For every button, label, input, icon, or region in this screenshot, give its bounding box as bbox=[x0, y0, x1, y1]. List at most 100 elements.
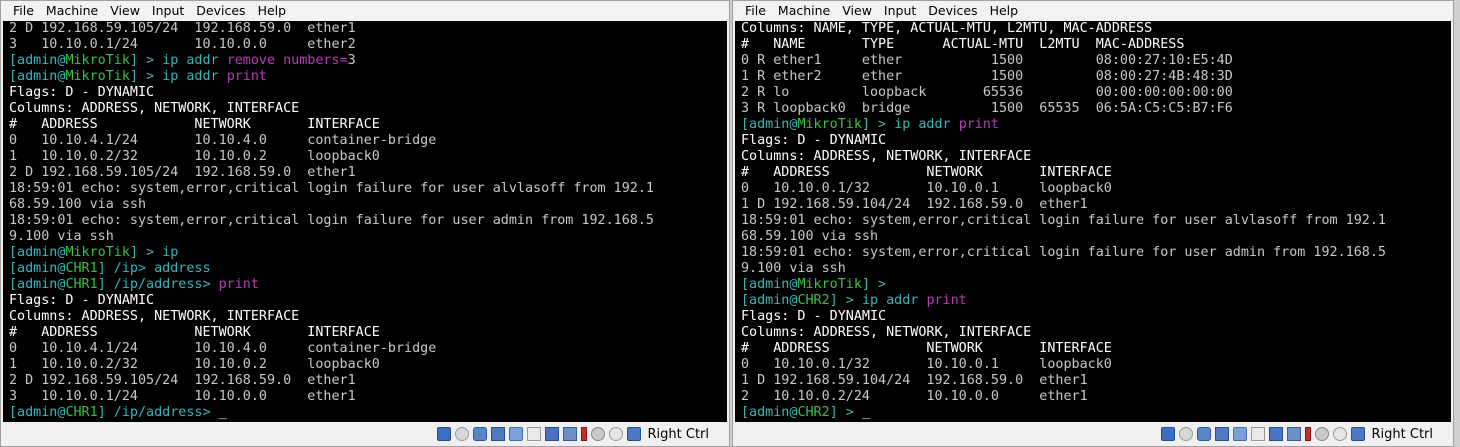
terminal-line: [admin@CHR1] /ip> address bbox=[9, 261, 727, 277]
network-icon[interactable] bbox=[1214, 427, 1229, 441]
mouse-integration-icon[interactable] bbox=[1332, 427, 1347, 441]
display-icon[interactable] bbox=[1268, 427, 1283, 441]
terminal-line: [admin@MikroTik] > ip addr remove number… bbox=[9, 53, 727, 69]
terminal-text: ip addr bbox=[162, 53, 227, 68]
terminal-text: [admin@ bbox=[9, 69, 66, 84]
terminal-line: 68.59.100 via ssh bbox=[9, 197, 727, 213]
terminal-text: [admin@ bbox=[9, 405, 66, 420]
terminal-line: Flags: D - DYNAMIC bbox=[9, 293, 727, 309]
terminal-text: [admin@ bbox=[741, 293, 798, 308]
cpu-icon[interactable] bbox=[1314, 427, 1329, 441]
terminal-line: [admin@CHR1] /ip/address> print bbox=[9, 277, 727, 293]
terminal-text: 2 R lo loopback 65536 00:00:00:00:00:00 bbox=[741, 85, 1233, 100]
hard-disk-icon[interactable] bbox=[1160, 427, 1175, 441]
terminal-text: ip addr bbox=[162, 69, 227, 84]
audio-icon[interactable] bbox=[1196, 427, 1211, 441]
terminal-line: # ADDRESS NETWORK INTERFACE bbox=[9, 325, 727, 341]
desktop: File Machine View Input Devices Help 2 D… bbox=[0, 0, 1460, 447]
optical-drive-icon[interactable] bbox=[1178, 427, 1193, 441]
network-icon[interactable] bbox=[490, 427, 505, 441]
terminal-text: 9.100 via ssh bbox=[741, 261, 846, 276]
keyboard-icon[interactable] bbox=[1350, 427, 1365, 441]
terminal-text: Columns: ADDRESS, NETWORK, INTERFACE bbox=[741, 149, 1032, 164]
terminal-text: 3 10.10.0.1/24 10.10.0.0 ether2 bbox=[9, 37, 356, 52]
terminal-text: 0 10.10.0.1/32 10.10.0.1 loopback0 bbox=[741, 181, 1112, 196]
terminal-text: 3 10.10.0.1/24 10.10.0.0 ether1 bbox=[9, 389, 356, 404]
usb-icon[interactable] bbox=[1232, 427, 1247, 441]
terminal-line: 1 10.10.0.2/32 10.10.0.2 loopback0 bbox=[9, 357, 727, 373]
menu-help[interactable]: Help bbox=[984, 1, 1025, 21]
menu-input[interactable]: Input bbox=[146, 1, 190, 21]
audio-icon[interactable] bbox=[472, 427, 487, 441]
terminal-text: [admin@ bbox=[741, 117, 798, 132]
terminal-line: 18:59:01 echo: system,error,critical log… bbox=[9, 213, 727, 229]
terminal-line: 1 D 192.168.59.104/24 192.168.59.0 ether… bbox=[741, 373, 1451, 389]
mouse-integration-icon[interactable] bbox=[608, 427, 623, 441]
keyboard-icon[interactable] bbox=[626, 427, 641, 441]
terminal-text: 1 R ether2 ether 1500 08:00:27:4B:48:3D bbox=[741, 69, 1233, 84]
menu-machine[interactable]: Machine bbox=[40, 1, 104, 21]
terminal-line: 0 10.10.0.1/32 10.10.0.1 loopback0 bbox=[741, 357, 1451, 373]
usb-icon[interactable] bbox=[508, 427, 523, 441]
terminal-text: 0 10.10.4.1/24 10.10.4.0 container-bridg… bbox=[9, 341, 437, 356]
cpu-icon[interactable] bbox=[590, 427, 605, 441]
terminal-text: 1 D 192.168.59.104/24 192.168.59.0 ether… bbox=[741, 197, 1088, 212]
statusbar-left: Right Ctrl bbox=[1, 422, 729, 446]
terminal-line: # ADDRESS NETWORK INTERFACE bbox=[9, 117, 727, 133]
menu-help[interactable]: Help bbox=[252, 1, 293, 21]
terminal-text: [admin@ bbox=[9, 53, 66, 68]
terminal-line: 18:59:01 echo: system,error,critical log… bbox=[9, 181, 727, 197]
terminal-text: print bbox=[226, 69, 267, 84]
terminal-line: [admin@CHR1] /ip/address> _ bbox=[9, 405, 727, 421]
terminal-text: # ADDRESS NETWORK INTERFACE bbox=[741, 341, 1112, 356]
display-icon[interactable] bbox=[544, 427, 559, 441]
terminal-line: # ADDRESS NETWORK INTERFACE bbox=[741, 341, 1451, 357]
terminal-text: 9.100 via ssh bbox=[9, 229, 114, 244]
recording-icon[interactable] bbox=[1304, 427, 1311, 441]
terminal-text: remove numbers= bbox=[226, 53, 348, 68]
terminal-text: ip bbox=[162, 245, 179, 260]
menu-file[interactable]: File bbox=[7, 1, 40, 21]
terminal-text: CHR1 bbox=[65, 261, 98, 276]
terminal-text: ] /ip/address> bbox=[97, 277, 219, 292]
menu-view[interactable]: View bbox=[836, 1, 878, 21]
shared-folders-icon[interactable] bbox=[1250, 427, 1265, 441]
menu-input[interactable]: Input bbox=[878, 1, 922, 21]
shared-folders-icon[interactable] bbox=[526, 427, 541, 441]
terminal-text: MikroTik bbox=[65, 69, 130, 84]
terminal-text: ] > bbox=[129, 53, 163, 68]
terminal-line: 3 R loopback0 bridge 1500 65535 06:5A:C5… bbox=[741, 101, 1451, 117]
terminal-text: 2 D 192.168.59.105/24 192.168.59.0 ether… bbox=[9, 21, 356, 36]
terminal-text: 2 D 192.168.59.105/24 192.168.59.0 ether… bbox=[9, 373, 356, 388]
terminal-screen-left[interactable]: 2 D 192.168.59.105/24 192.168.59.0 ether… bbox=[3, 21, 727, 424]
vm-window-left[interactable]: File Machine View Input Devices Help 2 D… bbox=[0, 0, 730, 447]
menu-machine[interactable]: Machine bbox=[772, 1, 836, 21]
recording-icon[interactable] bbox=[580, 427, 587, 441]
terminal-text: Columns: ADDRESS, NETWORK, INTERFACE bbox=[9, 101, 300, 116]
terminal-line: 2 R lo loopback 65536 00:00:00:00:00:00 bbox=[741, 85, 1451, 101]
terminal-line: 9.100 via ssh bbox=[9, 229, 727, 245]
terminal-line: Flags: D - DYNAMIC bbox=[741, 133, 1451, 149]
terminal-text: [admin@ bbox=[741, 277, 798, 292]
terminal-line: 0 R ether1 ether 1500 08:00:27:10:E5:4D bbox=[741, 53, 1451, 69]
video-capture-icon[interactable] bbox=[1286, 427, 1301, 441]
menu-view[interactable]: View bbox=[104, 1, 146, 21]
hard-disk-icon[interactable] bbox=[436, 427, 451, 441]
menu-devices[interactable]: Devices bbox=[190, 1, 251, 21]
terminal-text: Flags: D - DYNAMIC bbox=[9, 293, 155, 308]
menubar-left: File Machine View Input Devices Help bbox=[1, 1, 729, 21]
terminal-text: 3 R loopback0 bridge 1500 65535 06:5A:C5… bbox=[741, 101, 1233, 116]
menu-file[interactable]: File bbox=[739, 1, 772, 21]
terminal-line: [admin@MikroTik] > bbox=[741, 277, 1451, 293]
terminal-screen-right[interactable]: Columns: NAME, TYPE, ACTUAL-MTU, L2MTU, … bbox=[735, 21, 1451, 424]
optical-drive-icon[interactable] bbox=[454, 427, 469, 441]
terminal-text: 1 D 192.168.59.104/24 192.168.59.0 ether… bbox=[741, 373, 1088, 388]
video-capture-icon[interactable] bbox=[562, 427, 577, 441]
vm-window-right[interactable]: File Machine View Input Devices Help Col… bbox=[732, 0, 1454, 447]
menu-devices[interactable]: Devices bbox=[922, 1, 983, 21]
terminal-text: ] > bbox=[861, 277, 887, 292]
terminal-text: Columns: ADDRESS, NETWORK, INTERFACE bbox=[9, 309, 300, 324]
terminal-text: _ bbox=[861, 405, 870, 420]
terminal-text: [admin@ bbox=[9, 261, 66, 276]
host-key-label: Right Ctrl bbox=[647, 426, 710, 442]
